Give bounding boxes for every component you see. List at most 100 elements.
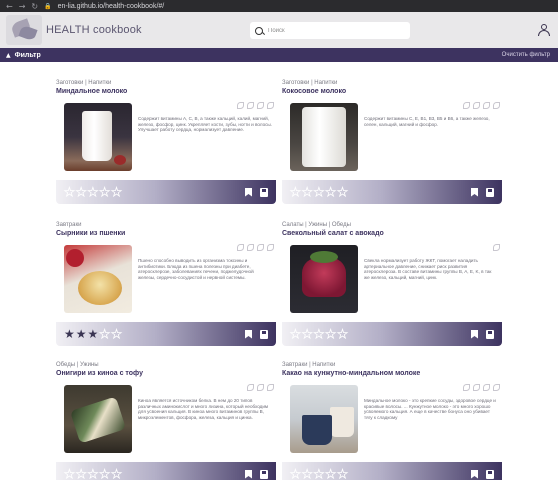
star-icon[interactable]: ★	[75, 468, 87, 480]
leaf-icon	[473, 384, 480, 391]
recipe-title[interactable]: Миндальное молоко	[56, 88, 276, 98]
star-icon[interactable]: ★	[325, 186, 337, 199]
address-bar[interactable]: en-lia.github.io/health-cookbook/#/	[58, 3, 165, 10]
bookmark-icon[interactable]	[245, 469, 252, 479]
star-icon[interactable]: ★	[64, 468, 76, 480]
recipe-card-footer: ★ ★ ★ ★ ★	[282, 462, 502, 480]
leaf-icon	[463, 102, 470, 109]
recipe-description: Киноа является источником белка. В нем д…	[138, 398, 269, 420]
star-icon[interactable]: ★	[111, 468, 123, 480]
star-icon[interactable]: ★	[301, 328, 313, 341]
recipe-card[interactable]: Заготовки | Напитки Миндальное молоко Со…	[56, 80, 276, 204]
back-arrow-icon[interactable]: ←	[6, 2, 13, 11]
star-icon[interactable]: ★	[75, 186, 87, 199]
reload-icon[interactable]: ↻	[31, 2, 38, 11]
recipe-card[interactable]: Завтраки Сырники из пшенки Пшено способн…	[56, 222, 276, 346]
recipe-card[interactable]: Обеды | Ужины Онигири из киноа с тофу Ки…	[56, 362, 276, 480]
rating-stars[interactable]: ★ ★ ★ ★ ★	[290, 468, 349, 480]
wheat-icon	[493, 102, 500, 109]
star-icon[interactable]: ★	[301, 186, 313, 199]
save-icon[interactable]	[260, 469, 268, 479]
recipe-categories: Завтраки	[56, 222, 82, 228]
recipe-photo[interactable]	[290, 103, 358, 171]
star-icon[interactable]: ★	[290, 328, 302, 341]
star-icon[interactable]: ★	[313, 328, 325, 341]
star-icon[interactable]: ★	[64, 328, 75, 340]
leaf-icon	[247, 244, 254, 251]
leaf-icon	[483, 102, 490, 109]
clear-filter-button[interactable]: Очистить фильтр	[502, 52, 550, 58]
recipe-photo[interactable]	[290, 245, 358, 313]
recipe-photo[interactable]	[64, 385, 132, 453]
recipe-card[interactable]: Салаты | Ужины | Обеды Свекольный салат …	[282, 222, 502, 346]
star-icon[interactable]: ★	[76, 328, 87, 340]
recipe-card[interactable]: Завтраки | Напитки Какао на кунжутно-мин…	[282, 362, 502, 480]
recipe-title[interactable]: Кокосовое молоко	[282, 88, 502, 98]
star-icon[interactable]: ★	[111, 328, 123, 341]
star-icon[interactable]: ★	[87, 468, 99, 480]
recipe-card-footer: ★ ★ ★ ★ ★	[56, 180, 276, 204]
browser-bar: ← → ↻ 🔒 en-lia.github.io/health-cookbook…	[0, 0, 558, 12]
save-icon[interactable]	[486, 469, 494, 479]
star-icon[interactable]: ★	[99, 186, 111, 199]
filter-bar: ▲ Фильтр Очистить фильтр	[0, 48, 558, 62]
recipe-card-footer: ★ ★ ★ ★ ★	[282, 180, 502, 204]
recipe-title[interactable]: Онигири из киноа с тофу	[56, 370, 276, 380]
star-icon[interactable]: ★	[337, 468, 349, 480]
recipe-title[interactable]: Какао на кунжутно-миндальном молоке	[282, 370, 502, 380]
diet-icons	[237, 244, 274, 251]
recipe-title[interactable]: Свекольный салат с авокадо	[282, 230, 502, 240]
star-icon[interactable]: ★	[290, 468, 302, 480]
star-icon[interactable]: ★	[313, 468, 325, 480]
save-icon[interactable]	[260, 329, 268, 339]
rating-stars[interactable]: ★ ★ ★ ★ ★	[64, 186, 123, 199]
recipe-card-footer: ★ ★ ★ ★ ★	[56, 322, 276, 346]
recipe-categories: Обеды | Ужины	[56, 362, 99, 368]
search-icon	[255, 26, 263, 35]
rating-stars[interactable]: ★ ★ ★ ★ ★	[64, 468, 123, 480]
site-title[interactable]: HEALTH cookbook	[46, 24, 142, 36]
star-icon[interactable]: ★	[290, 186, 302, 199]
recipe-title[interactable]: Сырники из пшенки	[56, 230, 276, 240]
star-icon[interactable]: ★	[64, 186, 76, 199]
star-icon[interactable]: ★	[325, 468, 337, 480]
star-icon[interactable]: ★	[88, 328, 99, 340]
diet-icons	[237, 102, 274, 109]
rating-stars[interactable]: ★ ★ ★ ★ ★	[64, 328, 123, 341]
search-input[interactable]	[268, 27, 398, 34]
diet-icons	[463, 384, 500, 391]
recipe-card-footer: ★ ★ ★ ★ ★	[56, 462, 276, 480]
bookmark-icon[interactable]	[471, 187, 478, 197]
user-icon[interactable]	[538, 24, 550, 36]
save-icon[interactable]	[260, 187, 268, 197]
recipe-description: Пшено способно выводить из организма ток…	[138, 258, 254, 280]
forward-arrow-icon[interactable]: →	[19, 2, 26, 11]
rating-stars[interactable]: ★ ★ ★ ★ ★	[290, 328, 349, 341]
save-icon[interactable]	[486, 187, 494, 197]
diet-icons	[247, 384, 274, 391]
star-icon[interactable]: ★	[325, 328, 337, 341]
recipe-description: Миндальное молоко - это крепкие сосуды, …	[364, 398, 496, 420]
star-icon[interactable]: ★	[301, 468, 313, 480]
bookmark-icon[interactable]	[471, 329, 478, 339]
recipe-photo[interactable]	[64, 103, 132, 171]
recipe-photo[interactable]	[64, 245, 132, 313]
recipe-card[interactable]: Заготовки | Напитки Кокосовое молоко Сод…	[282, 80, 502, 204]
search-box[interactable]	[250, 22, 410, 39]
logo-icon[interactable]	[6, 15, 42, 45]
recipe-photo[interactable]	[290, 385, 358, 453]
rating-stars[interactable]: ★ ★ ★ ★ ★	[290, 186, 349, 199]
star-icon[interactable]: ★	[111, 186, 123, 199]
bookmark-icon[interactable]	[245, 187, 252, 197]
bookmark-icon[interactable]	[245, 329, 252, 339]
star-icon[interactable]: ★	[337, 328, 349, 341]
star-icon[interactable]: ★	[313, 186, 325, 199]
star-icon[interactable]: ★	[337, 186, 349, 199]
filter-toggle[interactable]: ▲ Фильтр	[6, 52, 41, 59]
bookmark-icon[interactable]	[471, 469, 478, 479]
save-icon[interactable]	[486, 329, 494, 339]
recipe-description: Содержит витамины C, E, B1, B3, B5 и B6,…	[364, 116, 490, 127]
star-icon[interactable]: ★	[87, 186, 99, 199]
star-icon[interactable]: ★	[99, 328, 111, 341]
star-icon[interactable]: ★	[99, 468, 111, 480]
